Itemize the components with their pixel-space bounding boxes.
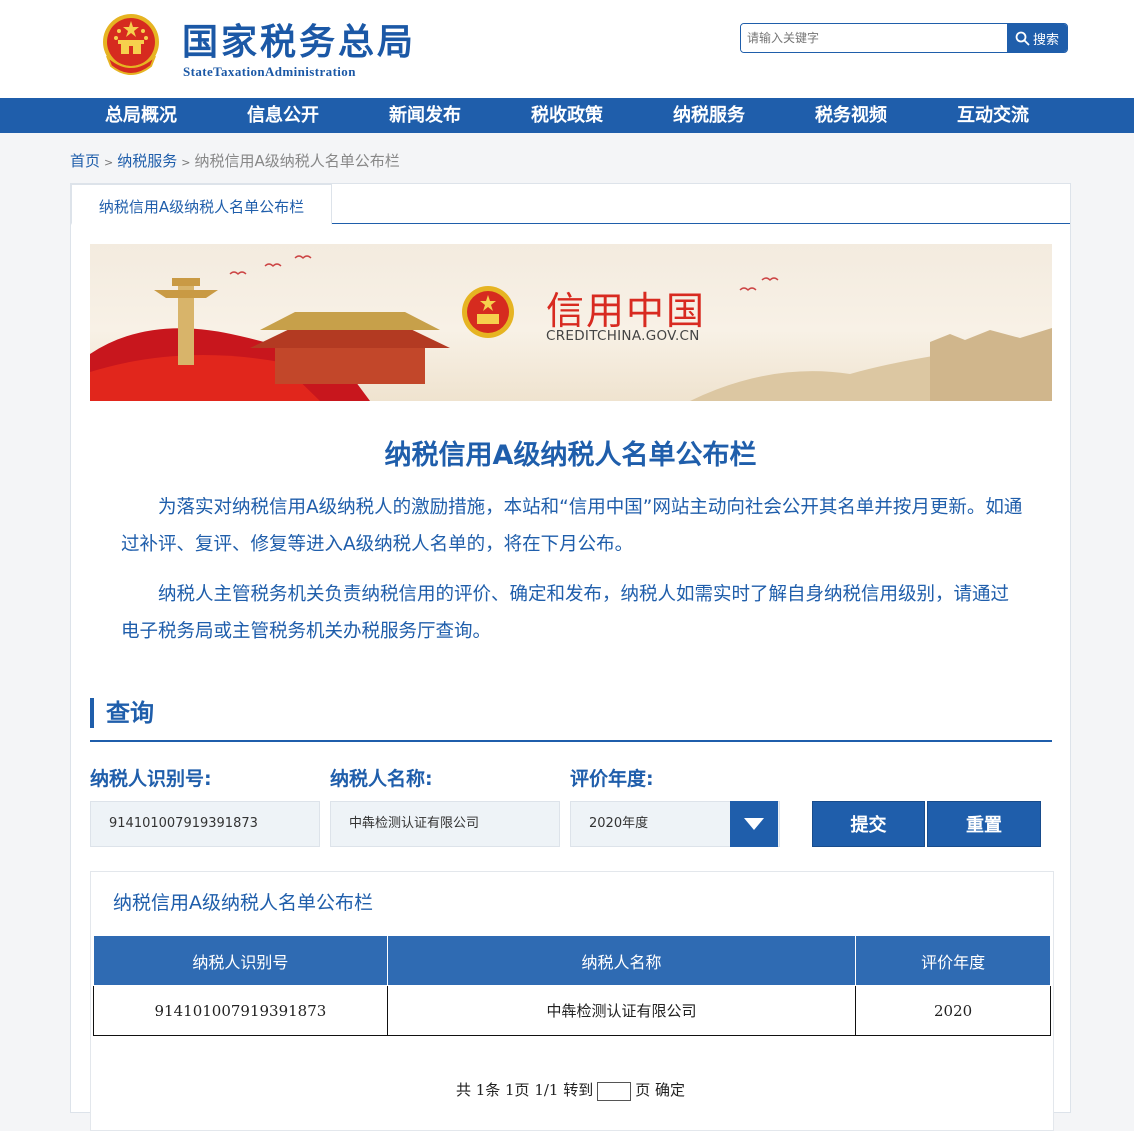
tab-bar: 纳税信用A级纳税人名单公布栏 [71, 184, 1070, 225]
pager-confirm-button[interactable]: 确定 [655, 1081, 685, 1099]
search-icon [1015, 31, 1030, 46]
credit-china-banner[interactable]: 信用中国 CREDITCHINA.GOV.CN [90, 244, 1052, 401]
national-emblem-icon [103, 14, 159, 75]
results-table: 纳税人识别号 纳税人名称 评价年度 914101007919391873 中犇检… [93, 935, 1051, 1036]
chevron-down-icon [744, 818, 764, 830]
nav-item-news[interactable]: 新闻发布 [389, 98, 461, 133]
query-section-title: 查询 [90, 698, 154, 728]
intro-paragraph-1: 为落实对纳税信用A级纳税人的激励措施，本站和“信用中国”网站主动向社会公开其名单… [121, 497, 1023, 555]
tax-id-label: 纳税人识别号: [90, 768, 212, 790]
taxpayer-name-label: 纳税人名称: [330, 768, 433, 790]
cell-year: 2020 [855, 985, 1051, 1036]
breadcrumb-section[interactable]: 纳税服务 [117, 152, 177, 170]
section-divider [90, 740, 1052, 742]
nav-item-disclosure[interactable]: 信息公开 [247, 98, 319, 133]
breadcrumb-separator: > [181, 156, 191, 169]
site-header: 国家税务总局 StateTaxationAdministration 搜索 [0, 0, 1134, 98]
results-title: 纳税信用A级纳税人名单公布栏 [113, 892, 373, 914]
banner-title: 信用中国 [546, 289, 707, 333]
page-jump-input[interactable] [597, 1081, 632, 1101]
nav-item-interaction[interactable]: 互动交流 [957, 98, 1029, 133]
reset-button[interactable]: 重置 [927, 801, 1041, 847]
table-header-row: 纳税人识别号 纳税人名称 评价年度 [93, 935, 1051, 986]
pagination: 共 1条 1页 1/1 转到 页 确定 [71, 1079, 1070, 1101]
nav-item-policy[interactable]: 税收政策 [531, 98, 603, 133]
cell-tax-id: 914101007919391873 [93, 985, 388, 1036]
year-select-dropdown[interactable] [730, 801, 778, 847]
breadcrumb-current: 纳税信用A级纳税人名单公布栏 [194, 152, 400, 170]
site-english-name: StateTaxationAdministration [183, 64, 356, 79]
main-nav: 总局概况 信息公开 新闻发布 税收政策 纳税服务 税务视频 互动交流 [0, 98, 1134, 133]
content-panel: 纳税信用A级纳税人名单公布栏 信用中国 CREDITCHINA.GOV.CN 纳… [70, 183, 1071, 1131]
search-box: 搜索 [740, 23, 1068, 53]
tax-id-field[interactable]: 914101007919391873 [90, 801, 320, 847]
column-header-tax-id: 纳税人识别号 [93, 935, 388, 986]
submit-button[interactable]: 提交 [812, 801, 925, 847]
tab-a-level-list[interactable]: 纳税信用A级纳税人名单公布栏 [71, 184, 332, 225]
search-button-label: 搜索 [1032, 32, 1059, 48]
banner-subtitle: CREDITCHINA.GOV.CN [546, 328, 700, 344]
column-header-year: 评价年度 [855, 935, 1051, 986]
evaluation-year-label: 评价年度: [570, 768, 654, 790]
pager-summary: 共 1条 1页 1/1 转到 [455, 1081, 594, 1099]
search-button[interactable]: 搜索 [1007, 24, 1067, 52]
table-row[interactable]: 914101007919391873 中犇检测认证有限公司 2020 [93, 985, 1051, 1036]
page-title: 纳税信用A级纳税人名单公布栏 [384, 440, 757, 471]
breadcrumb: 首页 > 纳税服务 > 纳税信用A级纳税人名单公布栏 [70, 150, 400, 171]
nav-item-video[interactable]: 税务视频 [815, 98, 887, 133]
search-input[interactable] [741, 24, 1009, 52]
breadcrumb-home[interactable]: 首页 [70, 152, 100, 170]
intro-paragraph-2: 纳税人主管税务机关负责纳税信用的评价、确定和发布，纳税人如需实时了解自身纳税信用… [121, 584, 1010, 642]
nav-item-service[interactable]: 纳税服务 [673, 98, 745, 133]
pager-page-unit: 页 [635, 1081, 651, 1099]
taxpayer-name-field[interactable]: 中犇检测认证有限公司 [330, 801, 560, 847]
breadcrumb-separator: > [104, 156, 114, 169]
nav-item-overview[interactable]: 总局概况 [105, 98, 177, 133]
column-header-name: 纳税人名称 [386, 935, 857, 986]
cell-name: 中犇检测认证有限公司 [386, 985, 857, 1036]
site-name[interactable]: 国家税务总局 [182, 22, 416, 62]
